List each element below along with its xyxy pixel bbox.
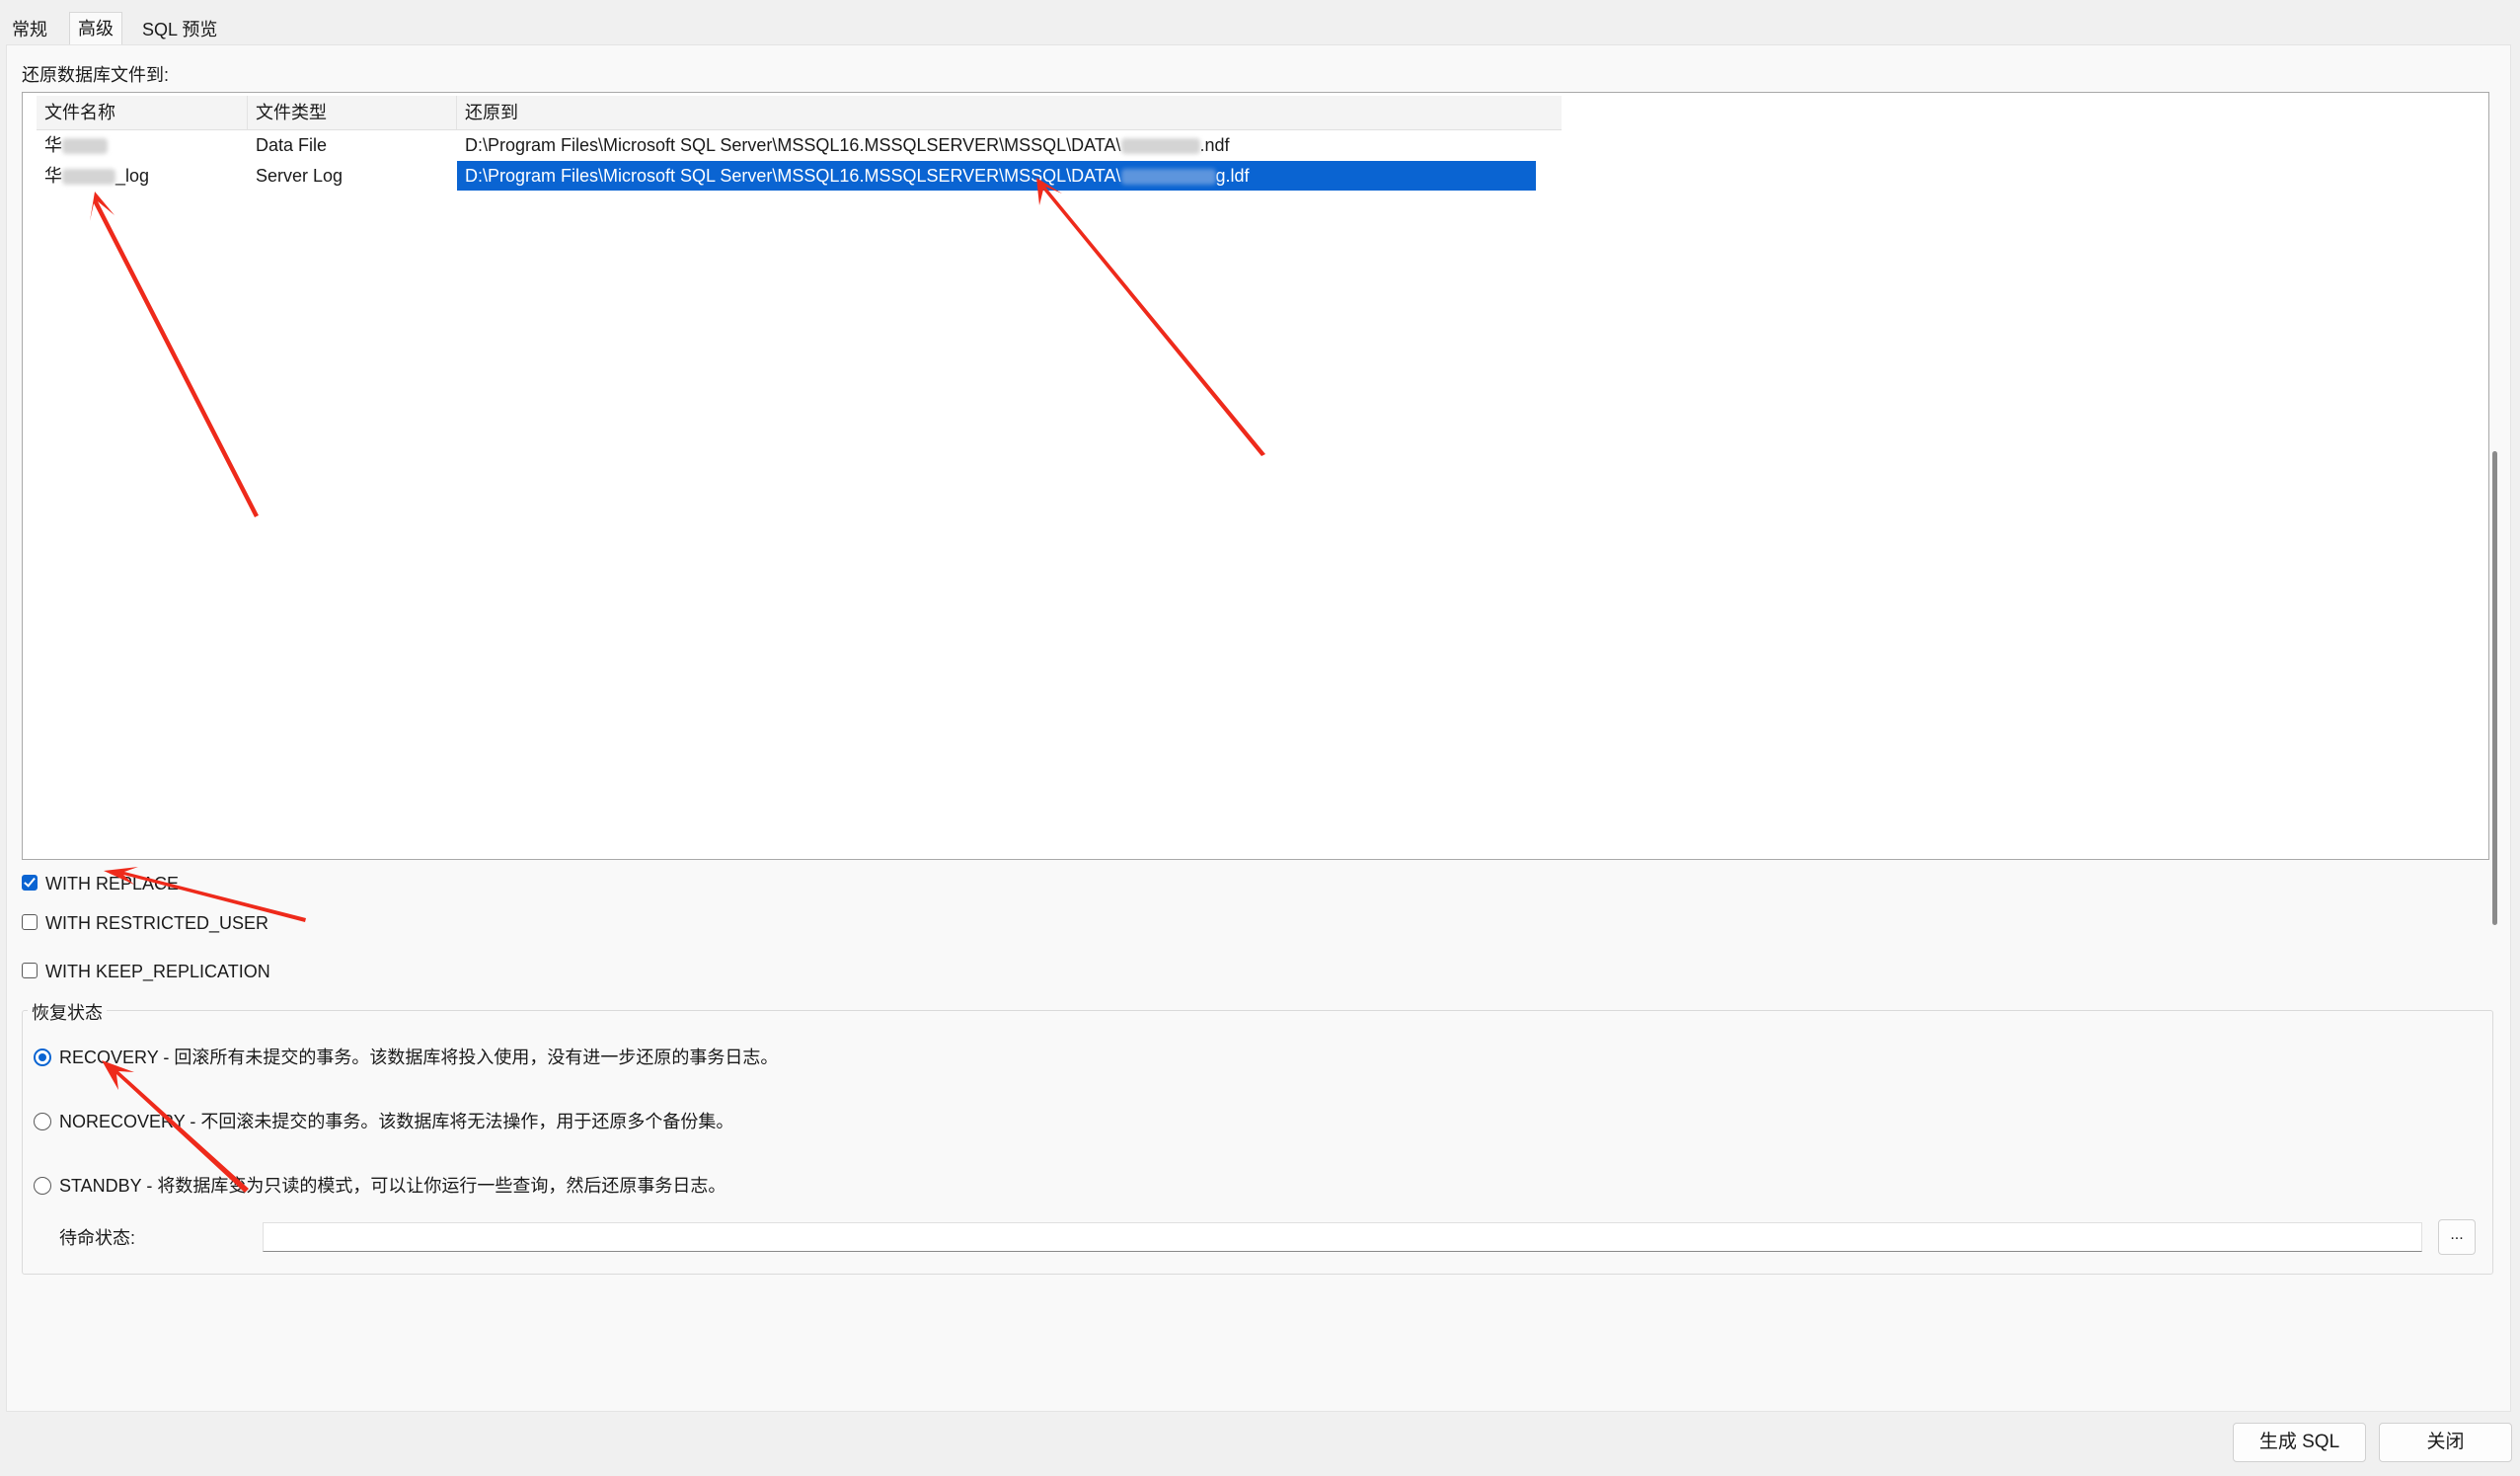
redacted-block	[1120, 138, 1200, 155]
browse-button[interactable]: ...	[2438, 1219, 2476, 1255]
standby-file-label: 待命状态:	[59, 1228, 136, 1248]
cell-file-name: 华	[37, 130, 248, 160]
column-header-file-name[interactable]: 文件名称	[37, 96, 248, 129]
tab-advanced[interactable]: 高级	[69, 12, 122, 46]
standby-option-label: STANDBY - 将数据库变为只读的模式，可以让你运行一些查询，然后还原事务日…	[59, 1176, 726, 1196]
restore-path-prefix: D:\Program Files\Microsoft SQL Server\MS…	[465, 166, 1121, 186]
redacted-block	[62, 138, 108, 155]
file-name-prefix: 华	[44, 166, 62, 186]
redacted-block	[1120, 169, 1216, 186]
restore-path-suffix: g.ldf	[1215, 166, 1250, 186]
cell-file-type: Data File	[256, 135, 328, 155]
table-row[interactable]: 华 Data File D:\Program Files\Microsoft S…	[37, 130, 1562, 160]
standby-file-input[interactable]	[263, 1222, 2422, 1252]
tab-sql-preview[interactable]: SQL 预览	[134, 16, 225, 43]
tab-bar: 常规 高级 SQL 预览	[0, 0, 2520, 46]
radio-icon[interactable]	[34, 1113, 51, 1130]
restore-files-label: 还原数据库文件到:	[22, 65, 170, 85]
norecovery-label: NORECOVERY - 不回滚未提交的事务。该数据库将无法操作，用于还原多个备…	[59, 1112, 734, 1131]
checkbox-icon[interactable]	[22, 963, 38, 978]
file-name-prefix: 华	[44, 135, 62, 155]
restore-path-suffix: .ndf	[1199, 135, 1230, 155]
close-button[interactable]: 关闭	[2379, 1423, 2512, 1462]
cell-file-name: 华 _log	[37, 161, 248, 191]
with-keep-replication-label: WITH KEEP_REPLICATION	[45, 962, 270, 981]
table-row[interactable]: 华 _log Server Log D:\Program Files\Micros…	[37, 161, 1562, 191]
vertical-scrollbar[interactable]	[2492, 451, 2497, 925]
checkbox-icon[interactable]	[22, 914, 38, 930]
file-name-suffix: _log	[115, 166, 150, 186]
radio-selected-icon[interactable]	[34, 1049, 51, 1066]
grid-header: 文件名称 文件类型 还原到	[37, 96, 1562, 130]
with-restricted-user-label: WITH RESTRICTED_USER	[45, 913, 269, 933]
column-header-restore-to[interactable]: 还原到	[457, 96, 1562, 129]
restore-path-prefix: D:\Program Files\Microsoft SQL Server\MS…	[465, 135, 1121, 155]
recovery-label: RECOVERY - 回滚所有未提交的事务。该数据库将投入使用，没有进一步还原的…	[59, 1048, 779, 1067]
tab-general[interactable]: 常规	[4, 16, 55, 43]
recovery-state-title: 恢复状态	[28, 999, 107, 1025]
cell-restore-to-selected[interactable]: D:\Program Files\Microsoft SQL Server\MS…	[457, 161, 1536, 191]
generate-sql-button[interactable]: 生成 SQL	[2233, 1423, 2366, 1462]
with-replace-label: WITH REPLACE	[45, 874, 180, 893]
restore-files-grid: 文件名称 文件类型 还原到 华 Data File D:\Program Fil…	[22, 92, 2497, 925]
cell-restore-to[interactable]: D:\Program Files\Microsoft SQL Server\MS…	[457, 130, 1562, 160]
redacted-block	[62, 169, 115, 186]
checkbox-checked-icon[interactable]	[22, 875, 38, 891]
cell-file-type: Server Log	[256, 166, 344, 186]
radio-icon[interactable]	[34, 1177, 51, 1195]
column-header-file-type[interactable]: 文件类型	[248, 96, 457, 129]
